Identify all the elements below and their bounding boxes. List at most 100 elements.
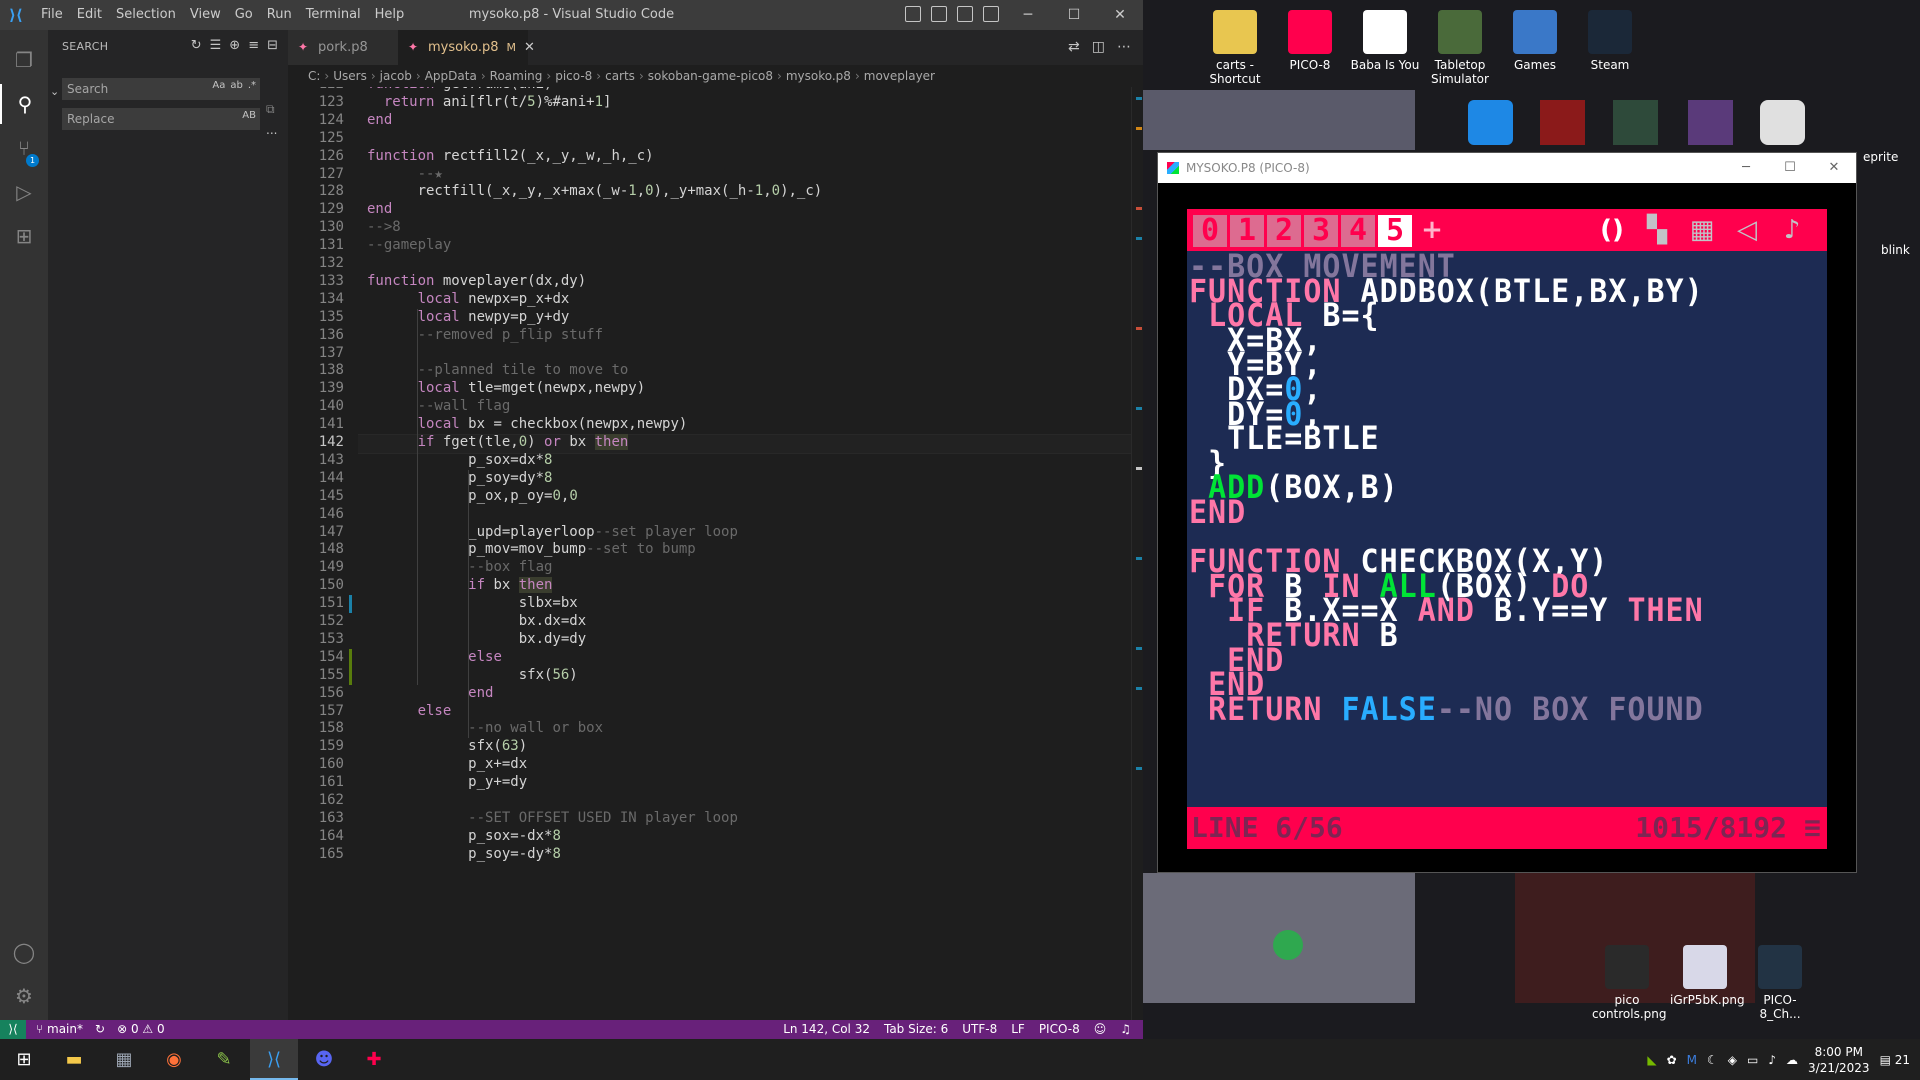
code-line[interactable]: local newpx=p_x+dx [367, 291, 570, 307]
pico8-maximize-button[interactable]: ☐ [1768, 153, 1812, 183]
split-editor-icon[interactable]: ◫ [1092, 39, 1105, 55]
code-line[interactable]: sfx(63) [367, 738, 527, 754]
pico8-menu-icon[interactable]: ≡ [1804, 807, 1821, 849]
clear-results-icon[interactable]: ☰ [210, 38, 222, 53]
code-line[interactable]: p_mov=mov_bump--set to bump [367, 541, 696, 557]
pico8-code-tab-0[interactable]: 0 [1193, 215, 1227, 247]
code-line[interactable]: function rectfill2(_x,_y,_w,_h,_c) [367, 148, 654, 164]
code-line[interactable]: --removed p_flip stuff [367, 327, 603, 343]
desktop-icon[interactable]: Games [1500, 10, 1570, 72]
branch-indicator[interactable]: ⑂ main* [36, 1020, 83, 1039]
map-editor-icon[interactable]: ▦ [1687, 215, 1717, 245]
breadcrumb-item[interactable]: carts [605, 69, 635, 83]
customize-layout-icon[interactable] [983, 6, 999, 22]
code-line[interactable]: p_ox,p_oy=0,0 [367, 488, 578, 504]
desktop-icon[interactable]: carts - Shortcut [1200, 10, 1270, 86]
menu-help[interactable]: Help [368, 0, 412, 30]
code-line[interactable]: --gameplay [367, 237, 451, 253]
sound-icon[interactable]: ♪ [1768, 1053, 1776, 1067]
tray-app-icon[interactable]: ☾ [1707, 1053, 1718, 1067]
pico8-code-tab-4[interactable]: 4 [1341, 215, 1375, 247]
vscode-taskbar-icon[interactable]: ⟩⟨ [250, 1039, 298, 1080]
language-mode[interactable]: PICO-8 [1039, 1020, 1080, 1039]
desktop-icon[interactable]: Baba Is You [1350, 10, 1420, 72]
pico8-code-line[interactable]: RETURN FALSE--NO BOX FOUND [1189, 693, 1704, 726]
sync-icon[interactable]: ↻ [95, 1020, 105, 1039]
toggle-secondary-sidebar-icon[interactable] [957, 6, 973, 22]
code-line[interactable]: -->8 [367, 219, 401, 235]
tab-size[interactable]: Tab Size: 6 [884, 1020, 948, 1039]
cursor-position[interactable]: Ln 142, Col 32 [783, 1020, 870, 1039]
code-line[interactable]: --★ [367, 166, 443, 182]
pico8-code-tab-3[interactable]: 3 [1304, 215, 1338, 247]
open-changes-icon[interactable]: ⇄ [1068, 39, 1080, 55]
pico8-add-tab[interactable]: + [1417, 215, 1447, 245]
remote-indicator-icon[interactable]: ⟩⟨ [0, 1020, 26, 1039]
pico8-screen[interactable]: 012345 + () ▚ ▦ ◁ ♪ --BOX MOVEMENT FUNCTI… [1187, 209, 1827, 849]
code-line[interactable]: end [367, 112, 392, 128]
breadcrumb-item[interactable]: Users [333, 69, 367, 83]
pico8-code-line[interactable]: END [1189, 496, 1246, 529]
malwarebytes-icon[interactable]: M [1687, 1053, 1697, 1067]
code-line[interactable]: p_soy=-dy*8 [367, 846, 561, 862]
code-line[interactable]: p_soy=dy*8 [367, 470, 552, 486]
pico8-minimize-button[interactable]: ─ [1724, 153, 1768, 183]
breadcrumb-item[interactable]: jacob [380, 69, 412, 83]
collapse-all-icon[interactable]: ⊟ [267, 38, 278, 53]
code-line[interactable]: if bx then [367, 577, 553, 594]
toggle-primary-sidebar-icon[interactable] [905, 6, 921, 22]
code-line[interactable]: --planned tile to move to [367, 362, 629, 378]
code-line[interactable]: --box flag [367, 559, 552, 575]
search-input[interactable] [62, 79, 212, 99]
more-actions-icon[interactable]: ⋯ [1117, 39, 1131, 55]
toggle-replace-chevron-icon[interactable]: ⌄ [50, 85, 59, 98]
breadcrumb-item[interactable]: moveplayer [864, 69, 935, 83]
menu-edit[interactable]: Edit [70, 0, 109, 30]
source-control-icon[interactable]: ⑂ 1 [0, 128, 48, 168]
code-line[interactable]: local bx = checkbox(newpx,newpy) [367, 416, 688, 432]
eol[interactable]: LF [1011, 1020, 1025, 1039]
settings-gear-icon[interactable]: ⚙ [0, 976, 48, 1016]
code-line[interactable]: return ani[flr(t/5)%#ani+1] [367, 94, 612, 110]
pico8-code-tab-2[interactable]: 2 [1267, 215, 1301, 247]
code-line[interactable]: bx.dx=dx [367, 613, 586, 629]
run-debug-icon[interactable]: ▷ [0, 172, 48, 212]
tray-app-icon[interactable]: ✿ [1667, 1053, 1677, 1067]
code-line[interactable]: p_x+=dx [367, 756, 527, 772]
explorer-icon[interactable]: ❐ [0, 40, 48, 80]
encoding[interactable]: UTF-8 [962, 1020, 997, 1039]
vscode-logo-icon[interactable]: ⟩⟨ [9, 7, 25, 23]
code-editor-icon[interactable]: () [1597, 215, 1627, 245]
breadcrumb-item[interactable]: pico-8 [555, 69, 592, 83]
sfx-editor-icon[interactable]: ◁ [1732, 215, 1762, 245]
notifications-bell-icon[interactable]: ♫ [1120, 1020, 1131, 1039]
breadcrumb-item[interactable]: mysoko.p8 [786, 69, 851, 83]
menu-run[interactable]: Run [260, 0, 299, 30]
code-line[interactable]: p_sox=-dx*8 [367, 828, 561, 844]
file-explorer-icon[interactable]: ▬ [50, 1039, 98, 1080]
calculator-icon[interactable]: ▦ [100, 1039, 148, 1080]
menu-terminal[interactable]: Terminal [299, 0, 368, 30]
network-icon[interactable]: ▭ [1747, 1053, 1758, 1067]
code-line[interactable]: else [367, 703, 452, 719]
breadcrumb-item[interactable]: AppData [425, 69, 477, 83]
sprite-editor-icon[interactable]: ▚ [1642, 215, 1672, 245]
code-line[interactable]: p_y+=dy [367, 774, 527, 790]
pico8-code-tab-1[interactable]: 1 [1230, 215, 1264, 247]
desktop-icon[interactable]: pico controls.png [1592, 945, 1667, 1021]
code-line[interactable]: bx.dy=dy [367, 631, 586, 647]
breadcrumb-item[interactable]: Roaming [490, 69, 543, 83]
start-windows-icon[interactable]: ⊞ [0, 1039, 48, 1080]
tab-mysoko-p8[interactable]: ✦ mysoko.p8 M ✕ [398, 30, 535, 65]
breadcrumb-item[interactable]: sokoban-game-pico8 [648, 69, 773, 83]
new-search-editor-icon[interactable]: ⊕ [229, 38, 240, 53]
account-icon[interactable]: ◯ [0, 932, 48, 972]
maximize-button[interactable]: ☐ [1051, 0, 1097, 30]
match-whole-word-toggle[interactable]: ab [230, 80, 242, 91]
view-as-tree-icon[interactable]: ≡ [248, 38, 259, 53]
code-line[interactable]: --no wall or box [367, 720, 603, 736]
notepad-icon[interactable]: ✎ [200, 1039, 248, 1080]
editor-scrollbar[interactable] [1131, 87, 1143, 1020]
tray-app-icon[interactable]: ◈ [1728, 1053, 1737, 1067]
use-regex-toggle[interactable]: .* [248, 80, 256, 91]
